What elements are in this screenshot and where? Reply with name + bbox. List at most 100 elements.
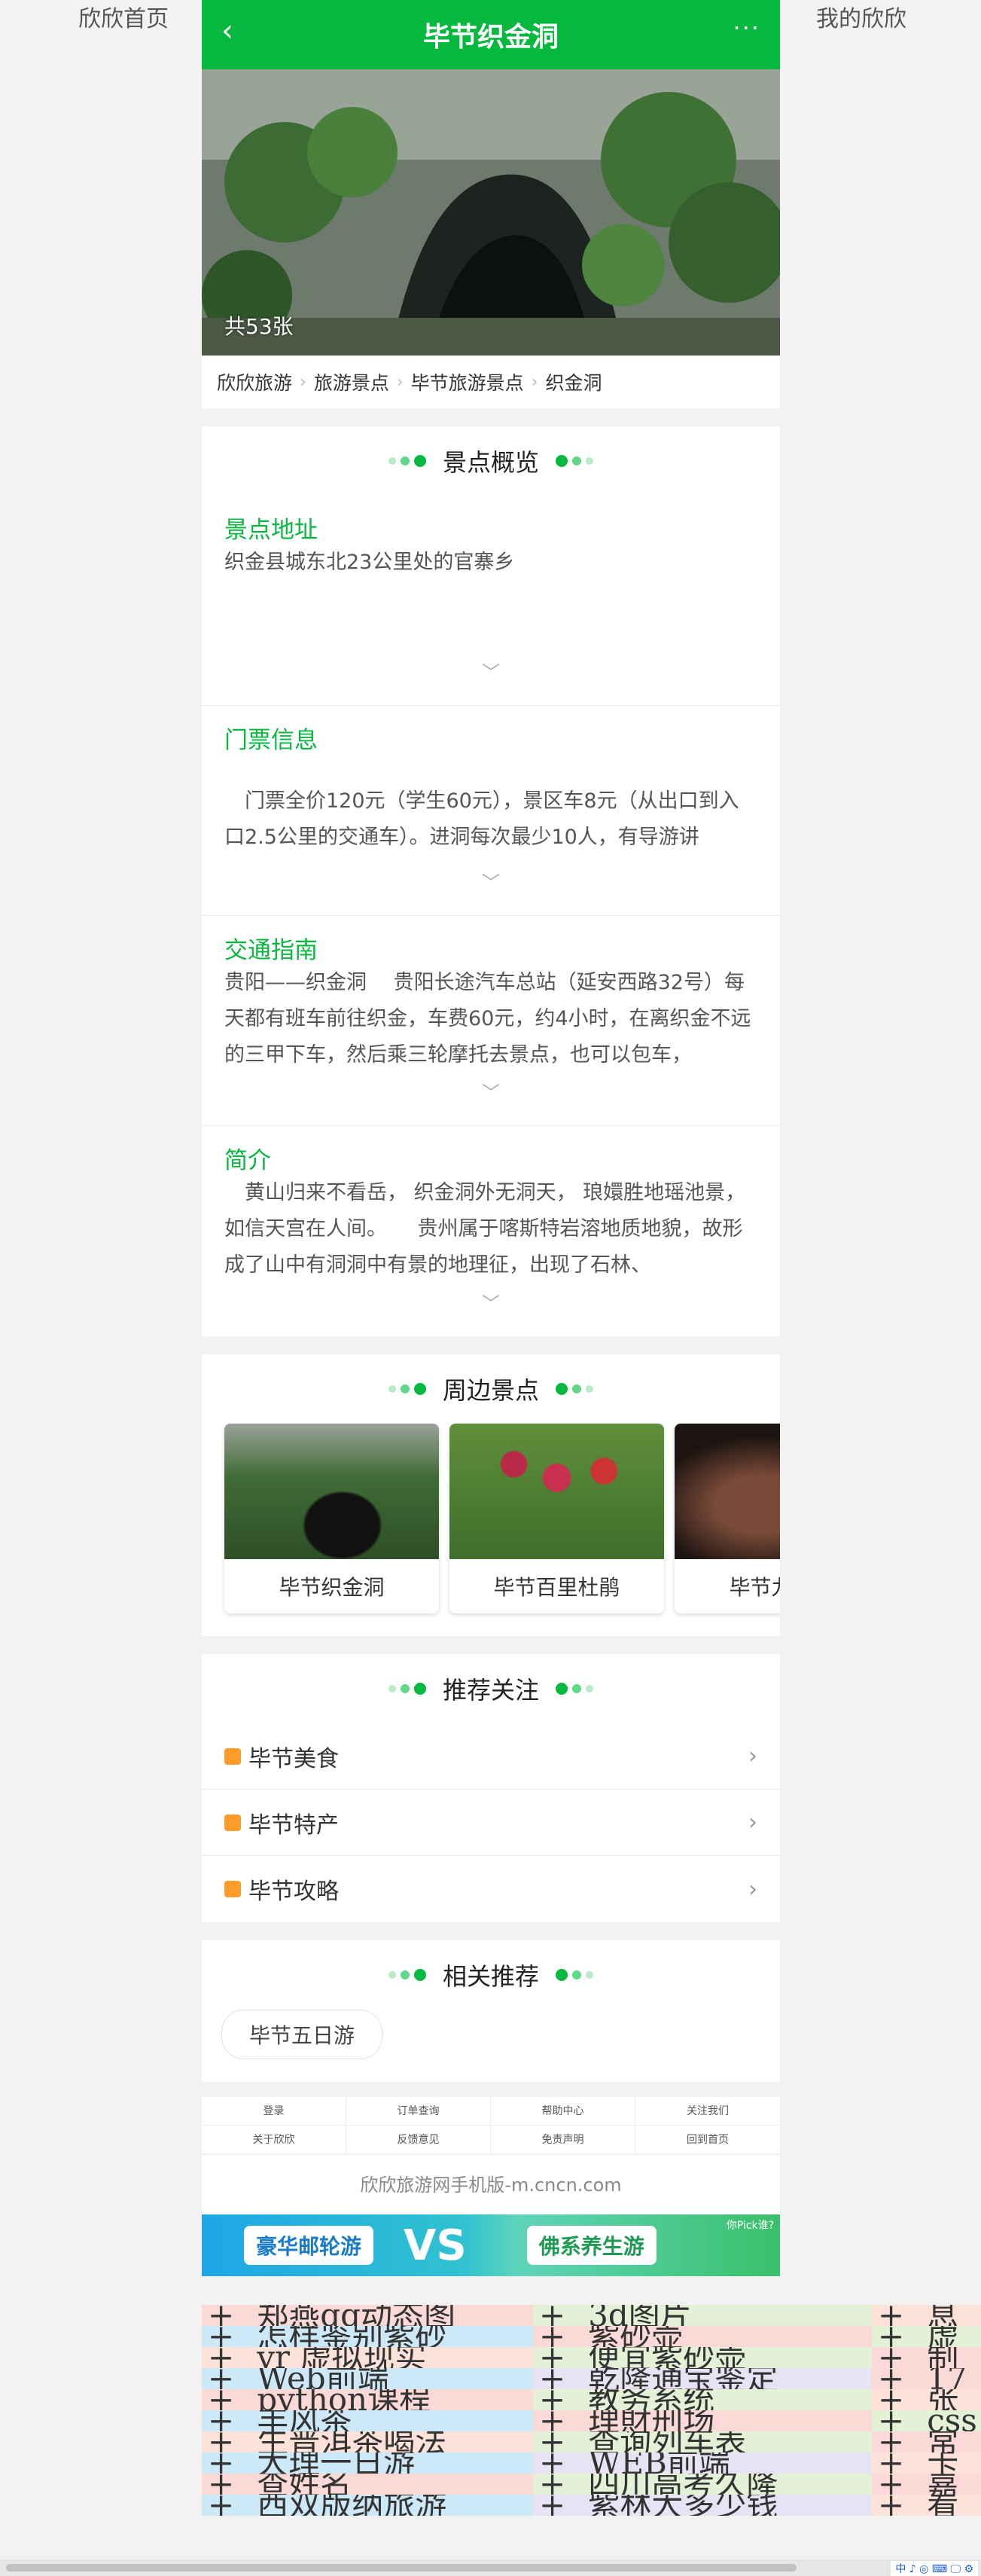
my-account-link[interactable]: 我的欣欣 <box>816 0 906 33</box>
follow-item[interactable]: 毕节攻略 › <box>202 1856 780 1922</box>
link-cell[interactable]: +3d图片 <box>533 2305 872 2326</box>
link-row: + 西双版纳旅游 + 紫林大多少钱 + 看 <box>202 2495 981 2516</box>
link-cell[interactable]: + 四川高考久隆 <box>533 2474 872 2495</box>
link-cell[interactable]: + 教务系统 <box>533 2389 872 2410</box>
link-row: + 生普洱茶喝法 + 查询列车表 + 常 <box>202 2431 981 2452</box>
intro-block[interactable]: 简介 黄山归来不看岳， 织金洞外无洞天， 琅嬛胜地瑶池景， 如信天宫在人间。 贵… <box>202 1126 780 1336</box>
link-row: + 怎样鉴别紫砂 + 紫砂壶 + 虚 <box>202 2326 981 2347</box>
follow-label: 毕节特产 <box>248 1811 339 1839</box>
follow-label: 毕节美食 <box>248 1745 339 1772</box>
banner-vs: VS <box>404 2220 467 2270</box>
section-title: 景点概览 <box>442 448 539 477</box>
breadcrumb-item[interactable]: 欣欣旅游 <box>217 368 292 395</box>
chevron-down-icon[interactable]: ﹀ <box>202 1289 780 1315</box>
more-icon[interactable]: ··· <box>733 14 760 42</box>
chevron-down-icon[interactable]: ﹀ <box>202 1078 780 1104</box>
address-block[interactable]: 景点地址 织金县城东北23公里处的官寨乡 ﹀ <box>202 496 780 706</box>
link-cell[interactable]: + 查询列车表 <box>533 2431 872 2452</box>
section-header: 景点概览 <box>202 426 780 496</box>
section-title: 周边景点 <box>442 1376 539 1405</box>
scrollbar-thumb[interactable] <box>6 2564 797 2571</box>
breadcrumb-separator: › <box>531 372 538 392</box>
link-cell[interactable]: + 制 <box>872 2347 981 2368</box>
link-cell[interactable]: + Web前端 <box>202 2368 533 2389</box>
block-title: 简介 <box>224 1147 271 1174</box>
footer-link[interactable]: 免责声明 <box>491 2126 635 2154</box>
section-title: 相关推荐 <box>442 1962 539 1991</box>
follow-item[interactable]: 毕节特产 › <box>202 1790 780 1856</box>
footer-link[interactable]: 关注我们 <box>635 2097 780 2126</box>
follow-section: 推荐关注 毕节美食 › 毕节特产 › 毕节攻略 › <box>202 1654 780 1922</box>
link-cell[interactable]: + 西双版纳旅游 <box>202 2495 533 2516</box>
link-cell[interactable]: + vr 虚拟现实 <box>202 2347 533 2368</box>
footer-link[interactable]: 回到首页 <box>635 2126 780 2154</box>
section-title: 推荐关注 <box>442 1676 539 1705</box>
ticket-block[interactable]: 门票信息 门票全价120元（学生60元），景区车8元（从出口到入口2.5公里的交… <box>202 706 780 916</box>
decor-dots <box>556 455 593 467</box>
footer-link[interactable]: 帮助中心 <box>491 2097 635 2126</box>
nearby-card[interactable]: 毕节百里杜鹃 <box>449 1424 664 1613</box>
nearby-photo <box>449 1424 664 1559</box>
follow-item[interactable]: 毕节美食 › <box>202 1723 780 1790</box>
breadcrumb-item[interactable]: 毕节旅游景点 <box>411 368 524 395</box>
block-text: 织金县城东北23公里处的官寨乡 <box>224 551 515 574</box>
link-cell[interactable]: +17 <box>872 2368 981 2389</box>
link-cell[interactable]: + WEB前端 <box>533 2452 872 2474</box>
overview-section: 景点概览 景点地址 织金县城东北23公里处的官寨乡 ﹀ 门票信息 门票全价120… <box>202 426 780 1336</box>
gift-icon <box>224 1814 241 1831</box>
section-header: 相关推荐 <box>202 1940 780 2010</box>
link-row: + Web前端 + 乾隆通宝鉴定 +17 <box>202 2368 981 2389</box>
link-cell[interactable]: + 查姓名 <box>202 2474 533 2495</box>
nearby-card[interactable]: 毕节织金洞 <box>224 1424 439 1613</box>
horizontal-scrollbar[interactable] <box>0 2559 981 2576</box>
home-link[interactable]: 欣欣首页 <box>78 0 169 33</box>
chevron-right-icon: › <box>748 1809 757 1836</box>
link-cell[interactable]: + 嘉 <box>872 2474 981 2495</box>
link-cell[interactable]: + 息 <box>872 2305 981 2326</box>
decor-dots <box>556 1969 593 1981</box>
link-cell[interactable]: + 卡 <box>872 2452 981 2474</box>
link-cell[interactable]: + 虚 <box>872 2326 981 2347</box>
section-header: 周边景点 <box>202 1354 780 1424</box>
breadcrumb-item[interactable]: 旅游景点 <box>314 368 389 395</box>
footer-link[interactable]: 关于欣欣 <box>202 2126 346 2154</box>
link-cell[interactable]: + 便宜紫砂壶 <box>533 2347 872 2368</box>
link-cell[interactable]: + python课程 <box>202 2389 533 2410</box>
link-cell[interactable]: + 张 <box>872 2389 981 2410</box>
header-bar: ‹ 毕节织金洞 ··· <box>202 0 780 69</box>
hero-gallery[interactable]: 共53张 <box>202 69 780 356</box>
link-cell[interactable]: + css <box>872 2410 981 2431</box>
decor-dots <box>388 455 426 467</box>
link-cell[interactable]: + 生普洱茶喝法 <box>202 2431 533 2452</box>
traffic-block[interactable]: 交通指南 贵阳——织金洞 贵阳长途汽车总站（延安西路32号）每天都有班车前往织金… <box>202 916 780 1126</box>
footer-link[interactable]: 登录 <box>202 2097 346 2126</box>
promo-banner[interactable]: 豪华邮轮游 VS 佛系养生游 你Pick谁? <box>202 2214 780 2276</box>
link-cell[interactable]: + 怎样鉴别紫砂 <box>202 2326 533 2347</box>
follow-list: 毕节美食 › 毕节特产 › 毕节攻略 › <box>202 1723 780 1922</box>
nearby-carousel[interactable]: 毕节织金洞 毕节百里杜鹃 毕节九洞天 <box>202 1424 780 1636</box>
footer-links: 登录 订单查询 帮助中心 关注我们 关于欣欣 反馈意见 免责声明 回到首页 <box>202 2097 780 2154</box>
link-cell[interactable]: + 丰风茶 <box>202 2410 533 2431</box>
related-tag[interactable]: 毕节五日游 <box>221 2010 383 2059</box>
link-cell[interactable]: + 紫林大多少钱 <box>533 2495 872 2516</box>
block-title: 景点地址 <box>224 517 318 544</box>
decor-dots <box>556 1683 593 1695</box>
nearby-photo <box>675 1424 780 1559</box>
link-cell[interactable]: + 大理一日游 <box>202 2452 533 2474</box>
link-cell[interactable]: + 紫砂壶 <box>533 2326 872 2347</box>
link-cell[interactable]: + 看 <box>872 2495 981 2516</box>
chevron-right-icon: › <box>748 1743 757 1769</box>
chevron-down-icon[interactable]: ﹀ <box>202 658 780 684</box>
footer-link[interactable]: 反馈意见 <box>346 2126 491 2154</box>
breadcrumb-separator: › <box>396 372 404 392</box>
nearby-card[interactable]: 毕节九洞天 <box>675 1424 780 1613</box>
decor-dots <box>388 1383 426 1395</box>
link-cell[interactable]: + 理財刑场 <box>533 2410 872 2431</box>
footer-link[interactable]: 订单查询 <box>346 2097 491 2126</box>
ime-tray[interactable]: 中 ♪ ◎ ⌨ 🖵 ⚙ <box>891 2561 978 2576</box>
link-cell[interactable]: + 常 <box>872 2431 981 2452</box>
chevron-down-icon[interactable]: ﹀ <box>202 868 780 894</box>
link-cell[interactable]: + 郑燕qq动态图 <box>202 2305 533 2326</box>
food-icon <box>224 1747 241 1765</box>
link-cell[interactable]: + 乾隆通宝鉴定 <box>533 2368 872 2389</box>
